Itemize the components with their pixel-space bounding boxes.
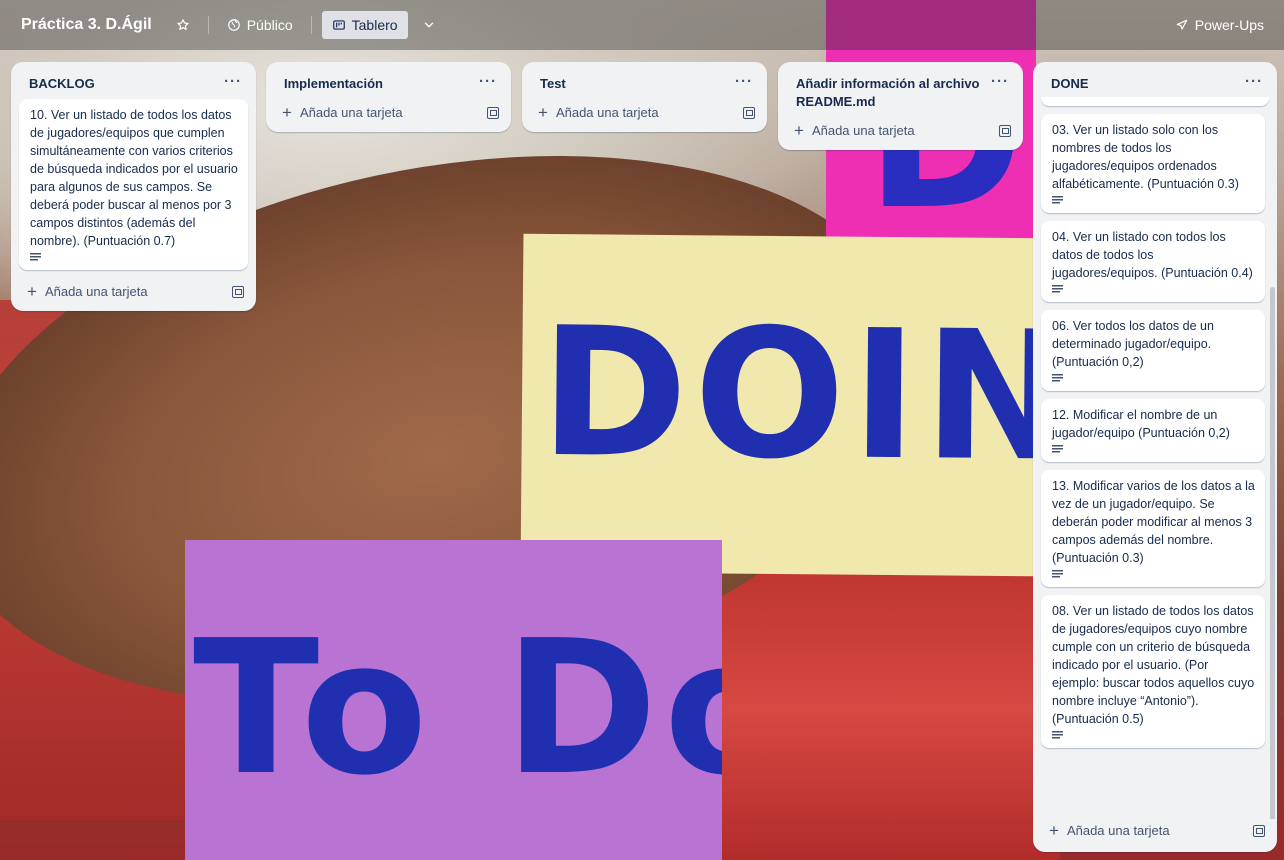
card-title: 13. Modificar varios de los datos a la v… [1052, 479, 1255, 565]
list-scrollbar[interactable] [1270, 287, 1275, 819]
add-card-button[interactable]: Añada una tarjeta [45, 284, 232, 299]
list-done: DONE ··· 03. Ver un listado solo con los… [1033, 62, 1277, 852]
plus-icon: + [538, 102, 548, 122]
add-card-button[interactable]: Añada una tarjeta [300, 105, 487, 120]
list-test: Test ··· + Añada una tarjeta [522, 62, 767, 132]
plus-icon: + [27, 281, 37, 301]
more-icon[interactable]: ··· [479, 74, 497, 89]
view-switcher-button[interactable]: Tablero [321, 11, 408, 39]
card[interactable]: 10. Ver un listado de todos los datos de… [19, 99, 248, 270]
rocket-icon [1176, 19, 1187, 30]
card[interactable]: 03. Ver un listado solo con los nombres … [1041, 114, 1265, 213]
powerups-button[interactable]: Power-Ups [1167, 11, 1272, 39]
chevron-down-icon [424, 22, 433, 28]
description-icon [1052, 374, 1063, 382]
list-backlog: BACKLOG ··· 10. Ver un listado de todos … [11, 62, 256, 311]
card[interactable]: 08. Ver un listado de todos los datos de… [1041, 595, 1265, 748]
board-icon [332, 20, 345, 30]
list-implementacion: Implementación ··· + Añada una tarjeta [266, 62, 511, 132]
add-card-button[interactable]: Añada una tarjeta [1067, 823, 1253, 838]
card[interactable]: 06. Ver todos los datos de un determinad… [1041, 310, 1265, 391]
powerups-label: Power-Ups [1194, 17, 1264, 33]
plus-icon: + [1049, 820, 1059, 840]
star-icon [177, 19, 189, 30]
header-divider [207, 16, 209, 34]
more-icon[interactable]: ··· [224, 74, 242, 89]
description-icon [1052, 570, 1063, 578]
template-icon[interactable] [1253, 824, 1265, 837]
sticky-note-purple: To Do [185, 540, 722, 860]
add-card-button[interactable]: Añada una tarjeta [812, 123, 999, 138]
header-divider [310, 16, 312, 34]
card[interactable] [1041, 97, 1269, 106]
globe-icon [227, 19, 240, 31]
list-title[interactable]: Test [540, 75, 566, 93]
card-title: 10. Ver un listado de todos los datos de… [30, 108, 238, 248]
visibility-button[interactable]: Público [219, 11, 301, 39]
description-icon [1052, 445, 1063, 453]
description-icon [1052, 731, 1063, 739]
template-icon[interactable] [999, 124, 1011, 137]
list-readme: Añadir información al archivo README.md … [778, 62, 1023, 150]
description-icon [30, 253, 41, 261]
description-icon [1052, 285, 1063, 293]
more-icon[interactable]: ··· [735, 74, 753, 89]
card[interactable]: 12. Modificar el nombre de un jugador/eq… [1041, 399, 1265, 462]
add-card-button[interactable]: Añada una tarjeta [556, 105, 743, 120]
list-title[interactable]: Añadir información al archivo README.md [796, 75, 986, 111]
list-cards-scroll[interactable]: 03. Ver un listado solo con los nombres … [1033, 97, 1277, 819]
list-title[interactable]: Implementación [284, 75, 383, 93]
card-title: 08. Ver un listado de todos los datos de… [1052, 604, 1255, 726]
sticky-note-todo-text: To Do [193, 600, 722, 816]
card[interactable]: 13. Modificar varios de los datos a la v… [1041, 470, 1265, 587]
card-title: 06. Ver todos los datos de un determinad… [1052, 319, 1214, 369]
more-icon[interactable]: ··· [1245, 74, 1263, 89]
list-title[interactable]: DONE [1051, 75, 1089, 93]
sticky-note-yellow: DOING [520, 233, 1040, 577]
template-icon[interactable] [487, 106, 499, 119]
card-title: 03. Ver un listado solo con los nombres … [1052, 123, 1239, 191]
plus-icon: + [794, 120, 804, 140]
card-title: 04. Ver un listado con todos los datos d… [1052, 230, 1253, 280]
visibility-label: Público [246, 17, 293, 33]
template-icon[interactable] [743, 106, 755, 119]
views-dropdown-button[interactable] [414, 12, 444, 38]
template-icon[interactable] [232, 285, 244, 298]
card[interactable]: 04. Ver un listado con todos los datos d… [1041, 221, 1265, 302]
view-label: Tablero [351, 17, 398, 33]
board-header: Práctica 3. D.Ágil Público Tablero Power… [0, 0, 1284, 50]
star-button[interactable] [168, 12, 198, 38]
description-icon [1052, 196, 1063, 204]
card-title: 12. Modificar el nombre de un jugador/eq… [1052, 408, 1230, 440]
more-icon[interactable]: ··· [991, 74, 1009, 89]
plus-icon: + [282, 102, 292, 122]
list-title[interactable]: BACKLOG [29, 75, 95, 93]
board-title[interactable]: Práctica 3. D.Ágil [21, 16, 152, 34]
sticky-note-doing-text: DOING [539, 288, 1040, 502]
